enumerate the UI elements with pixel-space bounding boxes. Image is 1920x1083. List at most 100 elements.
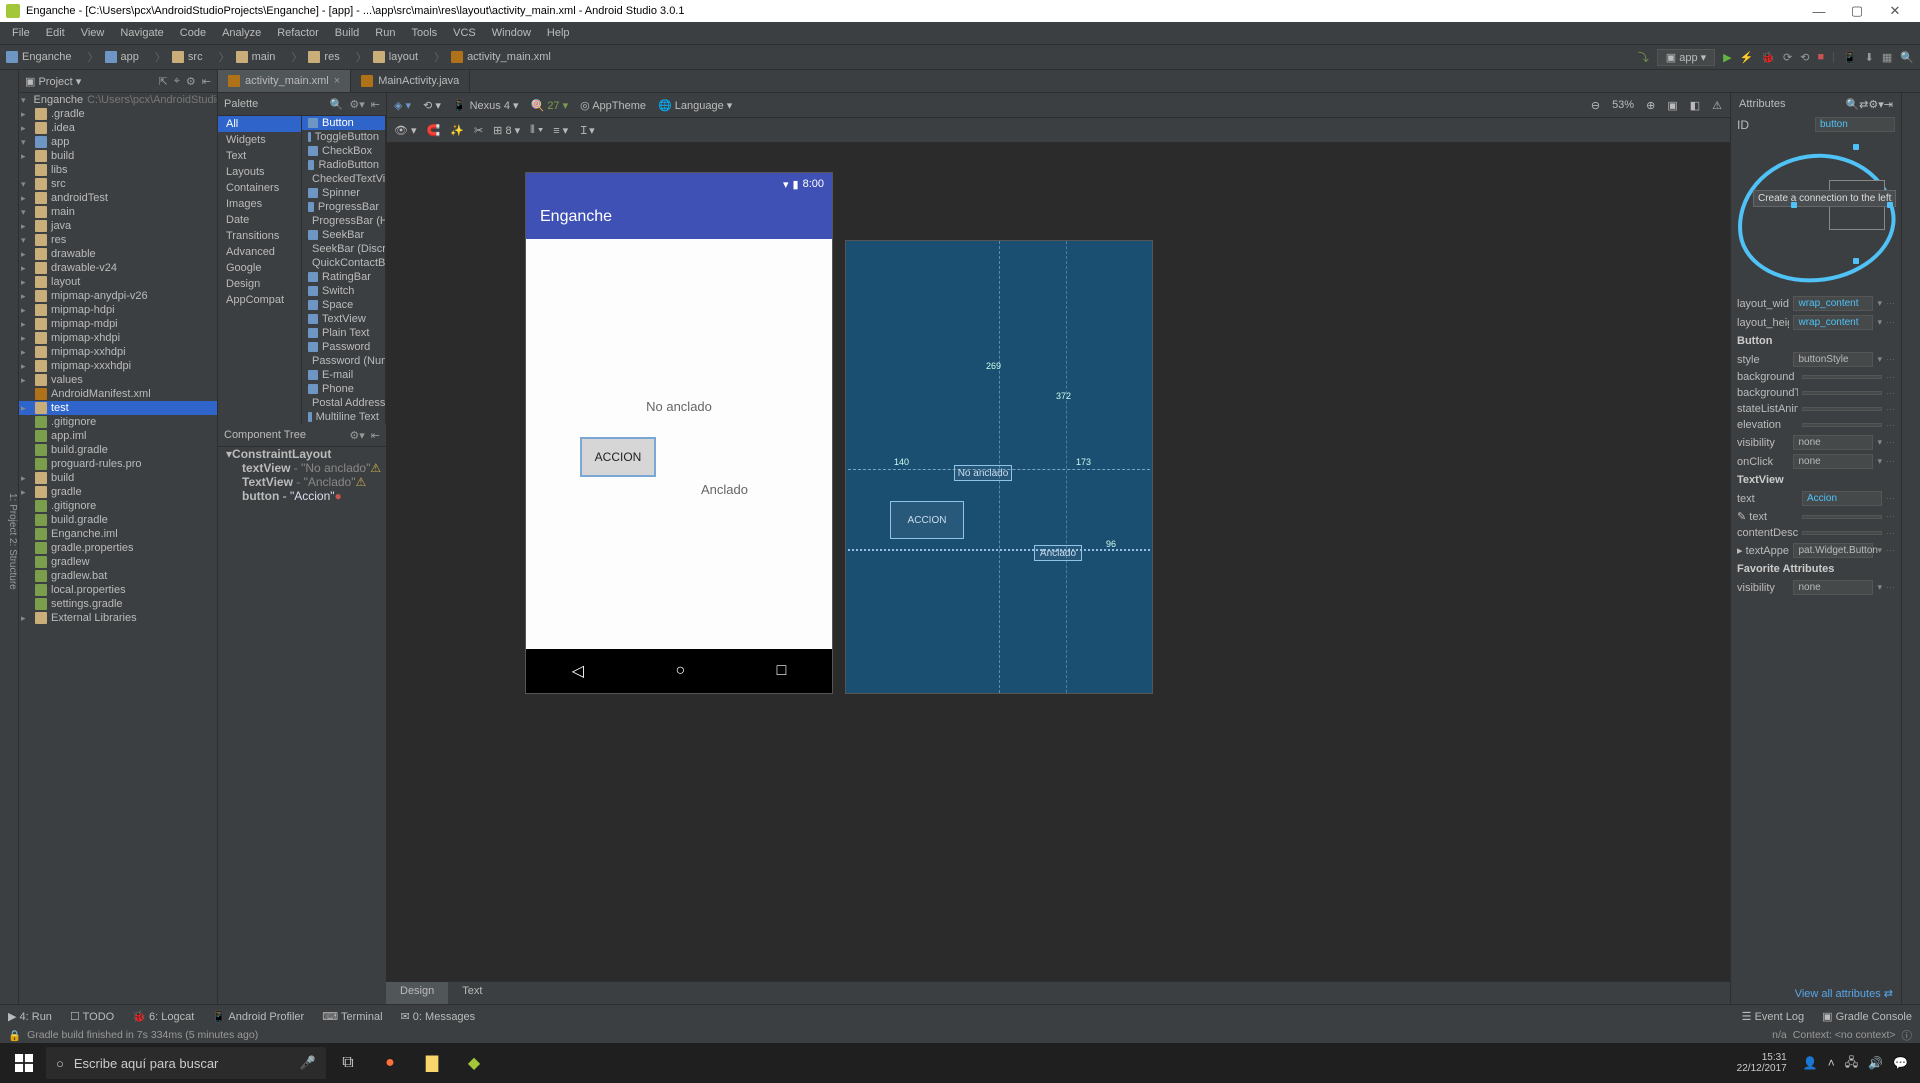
project-tree[interactable]: ▾Enganche C:\Users\pcx\AndroidStudioPr▸.… (19, 93, 217, 1004)
tree-node[interactable]: ▸drawable (19, 247, 217, 261)
attr-row[interactable]: layout_widthwrap_content▾⋯ (1731, 294, 1901, 313)
attr-row[interactable]: ✎ text⋯ (1731, 508, 1901, 525)
taskbar-search[interactable]: ○ Escribe aquí para buscar 🎤 (46, 1047, 326, 1079)
tree-node[interactable]: Enganche.iml (19, 527, 217, 541)
locate-icon[interactable]: ⌖ (174, 75, 180, 88)
bp-text-anclado[interactable]: Anclado (1034, 545, 1082, 561)
search-icon[interactable]: 🔍 (1900, 51, 1914, 64)
palette-widgets[interactable]: ButtonToggleButtonCheckBoxRadioButtonChe… (302, 116, 386, 424)
palette-widget[interactable]: E-mail (302, 368, 385, 382)
menu-vcs[interactable]: VCS (445, 27, 484, 39)
attr-row[interactable]: ▸ textAppearanpat.Widget.Button▾⋯ (1731, 541, 1901, 560)
apply-changes-icon[interactable]: ⚡ (1740, 51, 1754, 64)
tree-node[interactable]: .gitignore (19, 499, 217, 513)
guideline-icon[interactable]: Ｉ▾ (578, 122, 595, 138)
magnet-icon[interactable]: 🧲 (427, 124, 441, 137)
tree-node[interactable]: ▾Enganche C:\Users\pcx\AndroidStudioPr (19, 93, 217, 107)
bottom-tool-item[interactable]: 🐞 6: Logcat (132, 1010, 194, 1023)
avd-icon[interactable]: 📱 (1843, 51, 1857, 64)
tree-node[interactable]: libs (19, 163, 217, 177)
constraint-handle-top[interactable] (1853, 144, 1859, 150)
constraint-handle-bottom[interactable] (1853, 258, 1859, 264)
event-log-button[interactable]: ☰ Event Log (1742, 1010, 1804, 1023)
crumb-2[interactable]: src (172, 49, 203, 65)
tree-node[interactable]: ▸androidTest (19, 191, 217, 205)
text-tab[interactable]: Text (448, 982, 496, 1004)
orientation-icon[interactable]: ⟲ ▾ (423, 99, 441, 112)
tree-node[interactable]: ▾app (19, 135, 217, 149)
view-all-attributes-link[interactable]: View all attributes ⇄ (1731, 983, 1901, 1004)
palette-hide-icon[interactable]: ⇤ (371, 98, 380, 111)
palette-widget[interactable]: Button (302, 116, 385, 130)
tray-network-icon[interactable]: 🖧 (1845, 1053, 1858, 1074)
editor-tab[interactable]: activity_main.xml× (218, 70, 351, 92)
tree-node[interactable]: ▸drawable-v24 (19, 261, 217, 275)
task-view-icon[interactable]: ⧉ (328, 1043, 368, 1083)
right-toolwindow-strip[interactable] (1901, 93, 1920, 1004)
palette-cat[interactable]: Advanced (218, 244, 301, 260)
menu-tools[interactable]: Tools (403, 27, 445, 39)
constraint-widget[interactable]: Create a connection to the left (1731, 134, 1901, 294)
clear-constraints-icon[interactable]: ✂ (474, 124, 483, 137)
tree-node[interactable]: ▸mipmap-xxxhdpi (19, 359, 217, 373)
tree-node[interactable]: ▸.idea (19, 121, 217, 135)
menu-edit[interactable]: Edit (38, 27, 73, 39)
tree-node[interactable]: ▸values (19, 373, 217, 387)
palette-toggle-icon[interactable]: ◈ ▾ (394, 99, 411, 112)
menu-view[interactable]: View (73, 27, 113, 39)
tree-node[interactable]: ▸gradle (19, 485, 217, 499)
structure-icon[interactable]: ▦ (1882, 51, 1892, 64)
theme-dropdown[interactable]: ◎ AppTheme (580, 99, 646, 112)
attributes-search-icon[interactable]: 🔍 (1845, 98, 1859, 111)
left-toolwindow-strip[interactable]: 1: Project 2: Structure (0, 70, 19, 1004)
attr-row[interactable]: background⋯ (1731, 369, 1901, 385)
constraint-handle-left[interactable] (1791, 202, 1797, 208)
attr-id-value[interactable]: button (1815, 117, 1895, 132)
bottom-tool-item[interactable]: ☐ TODO (70, 1010, 114, 1023)
palette-cat[interactable]: All (218, 116, 301, 132)
palette-cat[interactable]: Date (218, 212, 301, 228)
tree-node[interactable]: ▾res (19, 233, 217, 247)
tree-node[interactable]: ▸build (19, 471, 217, 485)
bottom-tool-item[interactable]: ▶ 4: Run (8, 1010, 52, 1023)
palette-widget[interactable]: Phone (302, 382, 385, 396)
component-tree-row[interactable]: TextView - "Anclado"⚠ (218, 475, 386, 489)
hide-icon[interactable]: ⇤ (202, 75, 211, 88)
palette-widget[interactable]: SeekBar (302, 228, 385, 242)
constraint-handle-right[interactable] (1887, 202, 1893, 208)
run-button[interactable]: ▶ (1723, 51, 1731, 64)
stop-icon[interactable]: ■ (1817, 51, 1824, 63)
tree-node[interactable]: build.gradle (19, 443, 217, 457)
tree-node[interactable]: ▾main (19, 205, 217, 219)
attr-row[interactable]: elevation⋯ (1731, 417, 1901, 433)
menu-run[interactable]: Run (367, 27, 403, 39)
component-tree-row[interactable]: ▾ConstraintLayout (218, 447, 386, 461)
tree-node[interactable]: ▸mipmap-hdpi (19, 303, 217, 317)
settings-icon[interactable]: ⚙ (186, 75, 196, 88)
palette-widget[interactable]: CheckBox (302, 144, 385, 158)
attr-row[interactable]: stylebuttonStyle▾⋯ (1731, 350, 1901, 369)
palette-widget[interactable]: Postal Address (302, 396, 385, 410)
component-tree-gear-icon[interactable]: ⚙▾ (349, 429, 364, 442)
palette-cat[interactable]: Text (218, 148, 301, 164)
run-config-dropdown[interactable]: ▣ app ▾ (1657, 49, 1715, 66)
tree-node[interactable]: ▸.gradle (19, 107, 217, 121)
make-button[interactable]: ⤵ (1638, 49, 1649, 65)
palette-widget[interactable]: Multiline Text (302, 410, 385, 424)
pan-icon[interactable]: ◧ (1690, 99, 1700, 112)
attr-row[interactable]: contentDescript⋯ (1731, 525, 1901, 541)
tree-node[interactable]: app.iml (19, 429, 217, 443)
tree-node[interactable]: .gitignore (19, 415, 217, 429)
zoom-in-icon[interactable]: ⊕ (1646, 99, 1655, 112)
attr-row[interactable]: visibilitynone▾⋯ (1731, 578, 1901, 597)
preview-text-anclado[interactable]: Anclado (701, 482, 748, 497)
minimize-button[interactable]: — (1800, 4, 1838, 19)
palette-widget[interactable]: Plain Text (302, 326, 385, 340)
palette-widget[interactable]: Password (302, 340, 385, 354)
preview-text-noanclado[interactable]: No anclado (646, 399, 712, 414)
tree-node[interactable]: gradlew (19, 555, 217, 569)
tree-node[interactable]: gradlew.bat (19, 569, 217, 583)
tree-node[interactable]: gradle.properties (19, 541, 217, 555)
bottom-tool-item[interactable]: ✉ 0: Messages (401, 1010, 476, 1023)
default-margin[interactable]: ⊞ 8 ▾ (493, 124, 520, 137)
